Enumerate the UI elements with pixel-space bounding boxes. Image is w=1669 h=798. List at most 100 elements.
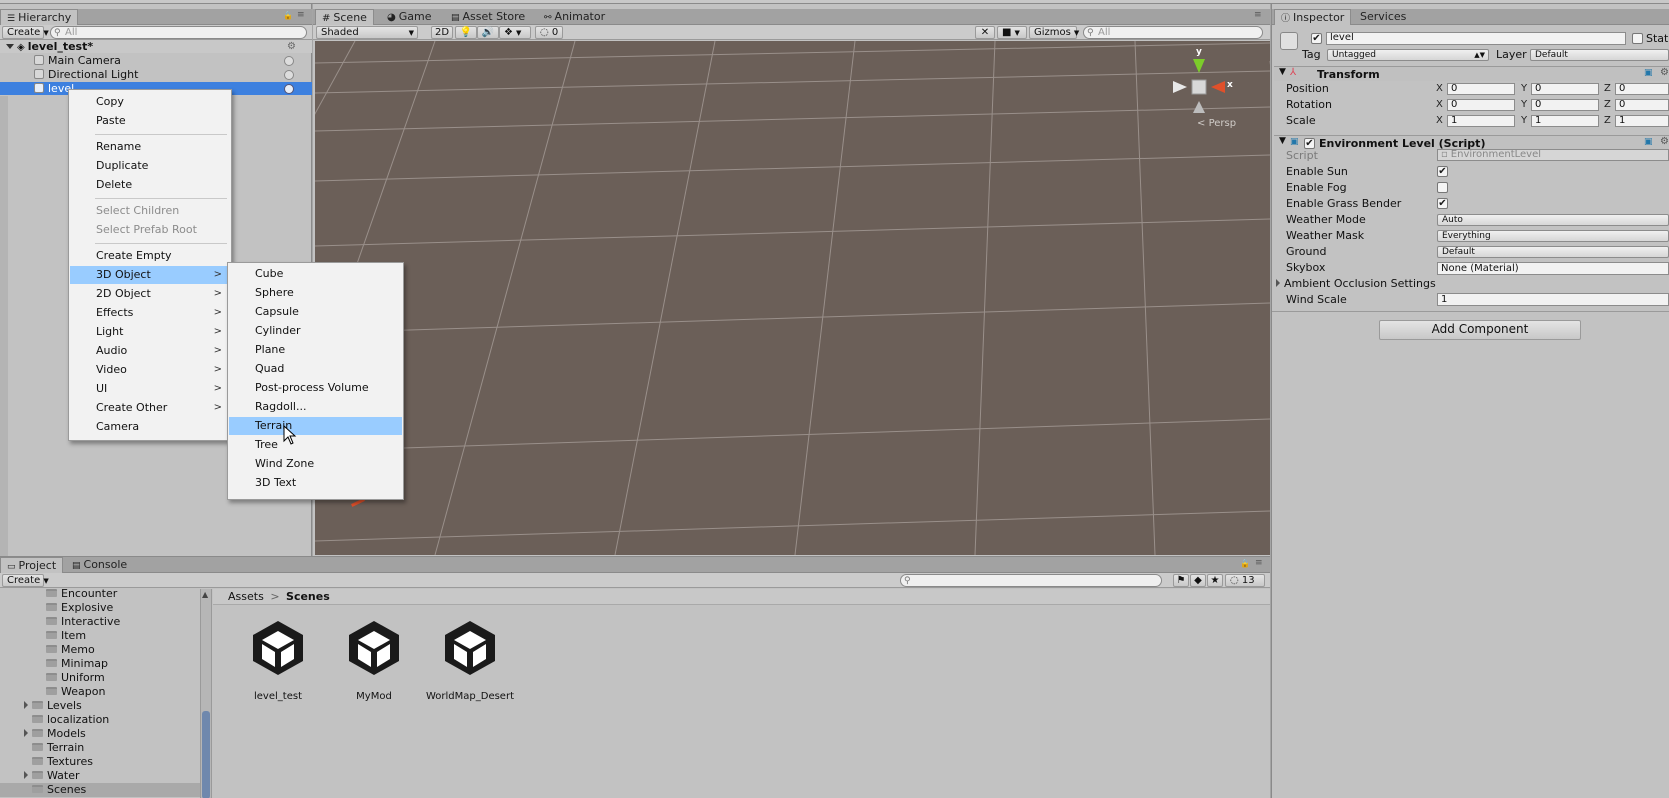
project-create-button[interactable]: Create ▼ (2, 574, 49, 587)
scroll-up-arrow-icon[interactable]: ▲ (202, 590, 208, 599)
folder-item-terrain[interactable]: Terrain (32, 741, 84, 755)
tab-animator[interactable]: ⚯ Animator (538, 9, 611, 25)
tab-console[interactable]: ▤ Console (66, 557, 133, 573)
folder-item-interactive[interactable]: Interactive (46, 615, 120, 629)
scene-options-icon[interactable]: ⚙ (287, 41, 296, 52)
help-icon[interactable]: ▣ (1644, 137, 1653, 147)
effects-dropdown-icon[interactable]: ❖ ▼ (499, 26, 531, 39)
tab-services[interactable]: Services (1354, 9, 1412, 25)
asset-item-mymod[interactable]: MyMod (329, 617, 419, 707)
camera-dropdown-icon[interactable]: ■ ▼ (997, 26, 1027, 39)
wind-scale-field[interactable]: 1 (1437, 293, 1669, 306)
menu-item-capsule[interactable]: Capsule (229, 303, 402, 321)
folder-item-memo[interactable]: Memo (46, 643, 95, 657)
tab-scene[interactable]: # Scene (315, 9, 374, 25)
enable-sun-checkbox[interactable]: ✔ (1437, 166, 1448, 177)
menu-item-terrain[interactable]: Terrain (229, 417, 402, 435)
menu-item-camera[interactable]: Camera (70, 418, 230, 436)
panel-menu-icon[interactable]: ≡ (1255, 558, 1263, 568)
folder-item-encounter[interactable]: Encounter (46, 589, 117, 601)
folder-item-uniform[interactable]: Uniform (46, 671, 105, 685)
menu-item-quad[interactable]: Quad (229, 360, 402, 378)
hierarchy-create-button[interactable]: Create ▼ (2, 26, 49, 39)
foldout-arrow-icon[interactable]: ▼ (1279, 67, 1286, 77)
lighting-toggle-icon[interactable]: 💡 (455, 26, 477, 39)
menu-item-wind-zone[interactable]: Wind Zone (229, 455, 402, 473)
settings-icon[interactable]: ⚙ (1660, 67, 1669, 78)
menu-item-post-process-volume[interactable]: Post-process Volume (229, 379, 402, 397)
persp-label[interactable]: < Persp (1197, 118, 1236, 129)
rotation-z-field[interactable]: 0 (1615, 99, 1669, 111)
weather-mask-dropdown[interactable]: Everything (1437, 230, 1669, 242)
hierarchy-scene-row[interactable]: ◈ level_test* (0, 40, 312, 53)
tab-project[interactable]: ▭ Project (0, 557, 64, 573)
tab-asset-store[interactable]: ▤ Asset Store (445, 9, 531, 25)
panel-menu-icon[interactable]: ≡ (297, 10, 305, 20)
foldout-arrow-icon[interactable]: ▼ (1279, 136, 1286, 146)
hierarchy-item-main-camera[interactable]: Main Camera (0, 54, 312, 67)
menu-item-rename[interactable]: Rename (70, 138, 230, 156)
menu-item-paste[interactable]: Paste (70, 112, 230, 130)
scale-z-field[interactable]: 1 (1615, 115, 1669, 127)
folder-item-minimap[interactable]: Minimap (46, 657, 108, 671)
menu-item-ui[interactable]: UI > (70, 380, 230, 398)
toggle-2d-button[interactable]: 2D (431, 26, 453, 39)
add-component-button[interactable]: Add Component (1379, 320, 1581, 340)
folder-item-models[interactable]: Models (24, 727, 86, 741)
rotation-y-field[interactable]: 0 (1531, 99, 1599, 111)
layer-dropdown[interactable]: Default (1530, 49, 1669, 61)
menu-item-duplicate[interactable]: Duplicate (70, 157, 230, 175)
hidden-objects-counter[interactable]: ◌ 0 (535, 26, 563, 39)
scene-viewport[interactable]: y x < Persp (315, 41, 1270, 555)
menu-item-cube[interactable]: Cube (229, 265, 402, 283)
menu-item-create-other[interactable]: Create Other > (70, 399, 230, 417)
menu-item-3d-text[interactable]: 3D Text (229, 474, 402, 492)
folder-item-textures[interactable]: Textures (32, 755, 93, 769)
menu-item-ragdoll[interactable]: Ragdoll... (229, 398, 402, 416)
tab-hierarchy[interactable]: ☰ Hierarchy (0, 9, 79, 25)
menu-item-create-empty[interactable]: Create Empty (70, 247, 230, 265)
project-search-input[interactable]: ⚲ (900, 574, 1162, 587)
expand-arrow-icon[interactable] (24, 701, 28, 709)
expand-arrow-icon[interactable] (24, 729, 28, 737)
hierarchy-item-directional-light[interactable]: Directional Light (0, 68, 312, 81)
menu-item-3d-object[interactable]: 3D Object > (70, 266, 230, 284)
folder-item-scenes[interactable]: Scenes (0, 783, 211, 797)
menu-item-video[interactable]: Video > (70, 361, 230, 379)
expand-arrow-icon[interactable] (6, 44, 14, 49)
scene-search-input[interactable]: ⚲ All (1083, 26, 1263, 39)
weather-mode-dropdown[interactable]: Auto (1437, 214, 1669, 226)
folder-item-weapon[interactable]: Weapon (46, 685, 105, 699)
asset-item-worldmap-desert[interactable]: WorldMap_Desert (425, 617, 515, 707)
orientation-gizmo[interactable]: y x (1159, 47, 1239, 127)
scale-y-field[interactable]: 1 (1531, 115, 1599, 127)
panel-menu-icon[interactable]: ≡ (1254, 10, 1262, 20)
active-checkbox[interactable]: ✔ (1311, 33, 1322, 44)
folder-item-localization[interactable]: localization (32, 713, 109, 727)
scrollbar-thumb[interactable] (202, 711, 210, 798)
tab-game[interactable]: ◕ Game (381, 9, 437, 25)
tab-inspector[interactable]: ⓘ Inspector (1274, 9, 1352, 25)
favorite-star-icon[interactable]: ★ (1207, 574, 1223, 587)
tree-scrollbar[interactable]: ▲ (200, 589, 211, 798)
menu-item-cylinder[interactable]: Cylinder (229, 322, 402, 340)
tools-icon[interactable]: ✕ (975, 26, 995, 39)
search-by-label-icon[interactable]: ◆ (1190, 574, 1206, 587)
enable-fog-checkbox[interactable] (1437, 182, 1448, 193)
expand-arrow-icon[interactable] (24, 771, 28, 779)
ambient-occlusion-foldout[interactable]: Ambient Occlusion Settings (1276, 276, 1436, 291)
position-z-field[interactable]: 0 (1615, 83, 1669, 95)
folder-item-levels[interactable]: Levels (24, 699, 82, 713)
folder-item-item[interactable]: Item (46, 629, 86, 643)
menu-item-effects[interactable]: Effects > (70, 304, 230, 322)
menu-item-copy[interactable]: Copy (70, 93, 230, 111)
lock-icon[interactable]: 🔒 (1240, 559, 1250, 568)
gizmos-dropdown[interactable]: Gizmos ▼ (1029, 26, 1079, 39)
asset-item-level-test[interactable]: level_test (233, 617, 323, 707)
audio-toggle-icon[interactable]: 🔊 (477, 26, 499, 39)
menu-item-audio[interactable]: Audio > (70, 342, 230, 360)
menu-item-sphere[interactable]: Sphere (229, 284, 402, 302)
menu-item-2d-object[interactable]: 2D Object > (70, 285, 230, 303)
enable-grass-bender-checkbox[interactable]: ✔ (1437, 198, 1448, 209)
breadcrumb-current[interactable]: Scenes (286, 590, 330, 603)
